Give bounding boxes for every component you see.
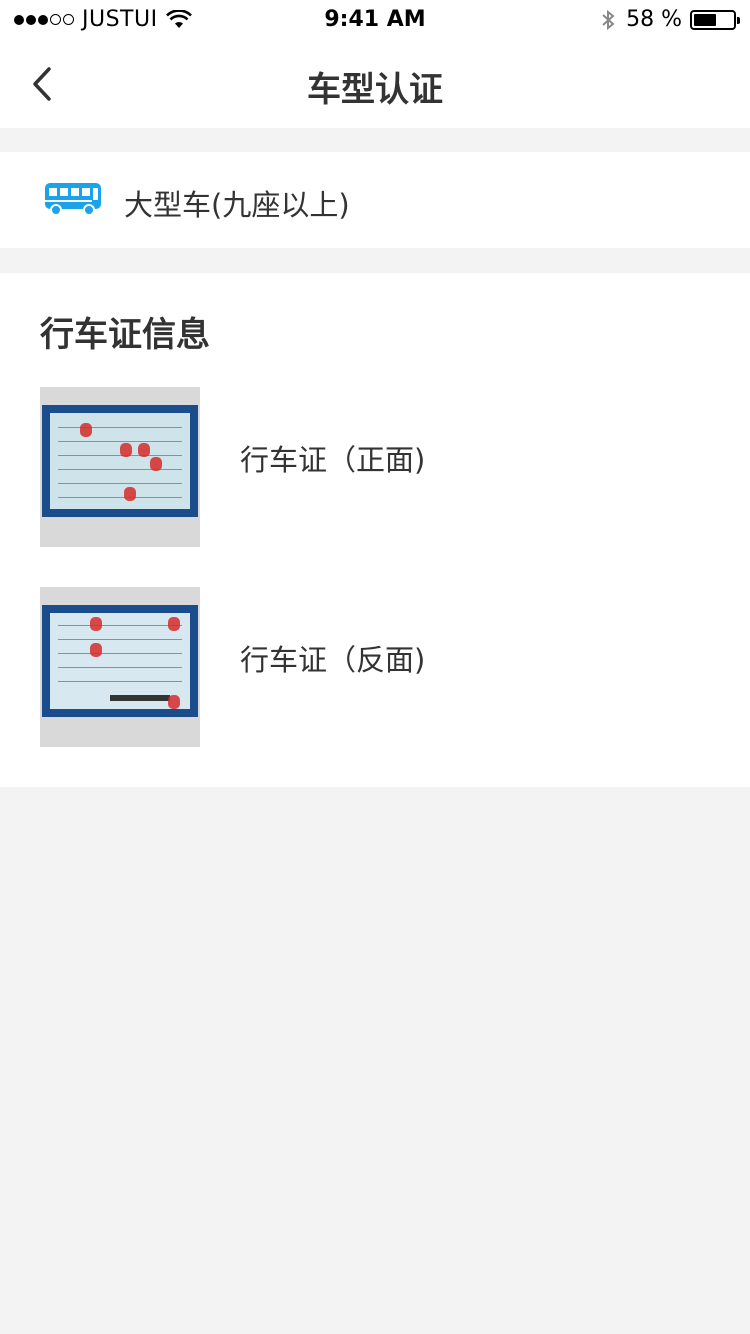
section-title: 行车证信息 [40,315,210,355]
license-card-frame [42,605,198,717]
status-bar: JUSTUI 9:41 AM 58 % [0,0,750,40]
license-section: 行车证信息 行车证（正面) 行车证（反面) [0,273,750,787]
license-card-inner [50,413,190,509]
license-front-label: 行车证（正面) [240,443,426,477]
license-card-inner [50,613,190,709]
car-type-row[interactable]: 大型车(九座以上) [0,152,750,248]
battery-level [694,13,716,26]
battery-percent: 58 % [626,7,682,32]
car-type-label: 大型车(九座以上) [124,188,350,222]
license-card-frame [42,405,198,517]
battery-icon [690,9,740,30]
license-back-image[interactable] [40,587,200,747]
page-title: 车型认证 [307,70,443,110]
license-back-item[interactable]: 行车证（反面) [40,587,710,747]
license-back-label: 行车证（反面) [240,643,426,677]
bluetooth-icon [602,9,615,30]
license-front-item[interactable]: 行车证（正面) [40,387,710,547]
status-right: 58 % [600,7,740,32]
nav-bar: 车型认证 [0,40,750,128]
bus-icon [45,183,101,216]
license-front-image[interactable] [40,387,200,547]
